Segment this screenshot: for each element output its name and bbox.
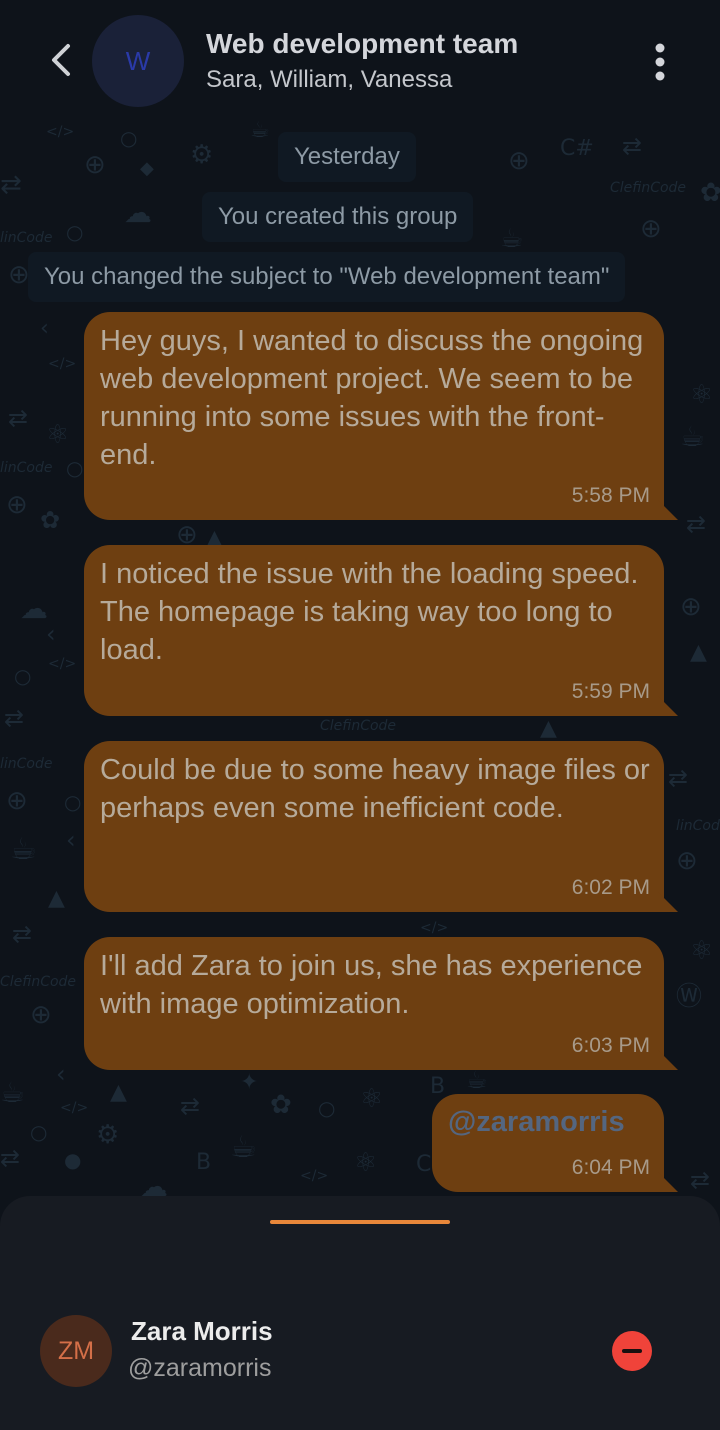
message-text: I noticed the issue with the loading spe… (100, 558, 639, 666)
bubble-tail (658, 1172, 678, 1192)
date-separator: Yesterday (278, 132, 416, 182)
message-time: 5:58 PM (571, 484, 650, 507)
message-bubble-mention[interactable]: @zaramorris 6:04 PM (432, 1094, 678, 1192)
group-title[interactable]: Web development team (206, 28, 518, 60)
bubble-tail (658, 696, 678, 716)
system-message-created: You created this group (202, 192, 474, 242)
message-bubble[interactable]: Hey guys, I wanted to discuss the ongoin… (84, 312, 678, 520)
sheet-drag-handle[interactable] (270, 1220, 450, 1224)
remove-circle-icon[interactable] (612, 1331, 652, 1371)
message-bubble[interactable]: I noticed the issue with the loading spe… (84, 545, 678, 716)
message-bubble[interactable]: I'll add Zara to join us, she has experi… (84, 937, 678, 1070)
bubble-tail (658, 892, 678, 912)
chevron-left-icon[interactable] (40, 36, 84, 84)
group-avatar-letter: W (125, 45, 151, 76)
message-text: Hey guys, I wanted to discuss the ongoin… (100, 325, 644, 471)
group-avatar[interactable]: W (92, 15, 184, 107)
mention-suggestion-item[interactable]: ZM Zara Morris @zaramorris (0, 1296, 720, 1406)
mention-link[interactable]: @zaramorris (448, 1106, 625, 1139)
user-name: Zara Morris (131, 1316, 273, 1346)
system-message-subject: You changed the subject to "Web developm… (28, 252, 626, 302)
chat-header: W Web development team Sara, William, Va… (0, 0, 720, 118)
user-handle: @zaramorris (128, 1354, 272, 1382)
message-text: Could be due to some heavy image files o… (100, 754, 650, 824)
group-members: Sara, William, Vanessa (206, 66, 453, 93)
bubble-tail (658, 1050, 678, 1070)
more-vertical-icon[interactable] (646, 40, 674, 84)
mention-bottom-sheet: ZM Zara Morris @zaramorris (0, 1196, 720, 1430)
message-time: 6:02 PM (571, 876, 650, 899)
message-time: 6:04 PM (571, 1156, 650, 1179)
message-time: 6:03 PM (571, 1034, 650, 1057)
message-time: 5:59 PM (571, 680, 650, 703)
avatar: ZM (40, 1315, 112, 1387)
bubble-tail (658, 500, 678, 520)
message-text: I'll add Zara to join us, she has experi… (100, 950, 643, 1020)
message-bubble[interactable]: Could be due to some heavy image files o… (84, 741, 678, 912)
avatar-initials: ZM (57, 1336, 95, 1365)
